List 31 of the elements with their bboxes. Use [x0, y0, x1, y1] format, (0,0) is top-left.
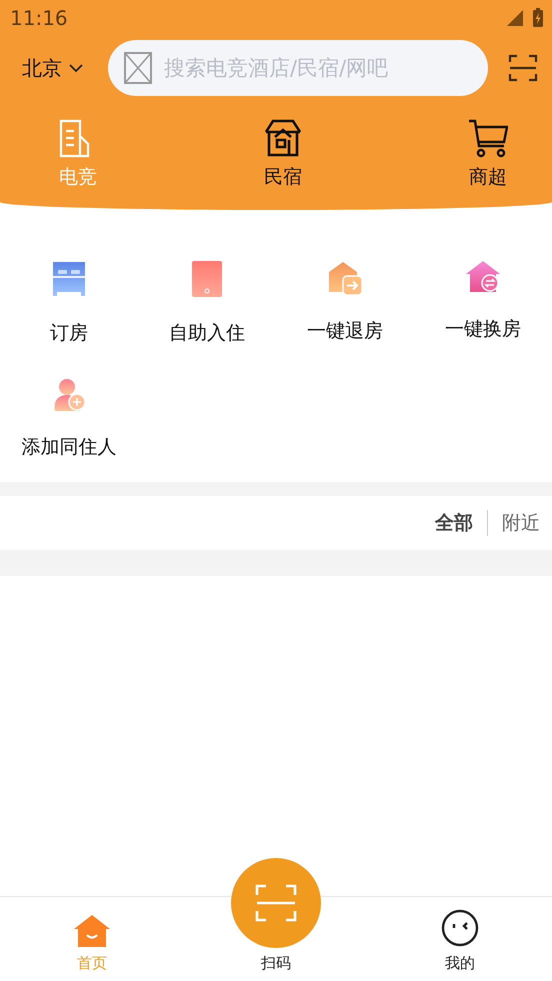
- service-item[interactable]: 订房: [0, 260, 138, 364]
- scan-icon[interactable]: [508, 53, 538, 83]
- search-field[interactable]: 搜索电竞酒店/民宿/网吧: [162, 55, 472, 81]
- service-label: 一键退房: [307, 319, 383, 344]
- service-label: 自助入住: [169, 321, 245, 346]
- service-item[interactable]: 一键换房: [414, 260, 552, 364]
- status-time: 11:16: [10, 6, 68, 30]
- filter-tab[interactable]: 附近: [502, 510, 540, 536]
- service-item[interactable]: 添加同住人: [0, 378, 138, 482]
- city-selector[interactable]: 北京: [22, 54, 108, 82]
- face-icon: [440, 908, 480, 948]
- battery-icon: [532, 8, 544, 28]
- chevron-down-icon: [68, 63, 84, 73]
- service-label: 订房: [50, 321, 88, 346]
- category-tab[interactable]: 民宿: [263, 118, 303, 190]
- category-tab[interactable]: 商超: [468, 118, 508, 190]
- tablet-icon: [191, 260, 223, 298]
- home-icon: [73, 914, 111, 948]
- service-item[interactable]: 自助入住: [138, 260, 276, 364]
- filter-tab[interactable]: 全部: [435, 510, 473, 536]
- scan-icon: [254, 883, 298, 923]
- signal-icon: [506, 9, 524, 27]
- image-placeholder-icon: [124, 52, 152, 84]
- nav-tab[interactable]: 我的: [400, 908, 520, 973]
- service-label: 添加同住人: [22, 435, 116, 460]
- bed-icon: [50, 260, 88, 298]
- house-arrow-icon: [327, 260, 363, 296]
- service-item[interactable]: 一键退房: [276, 260, 414, 364]
- search-bar[interactable]: 搜索电竞酒店/民宿/网吧: [108, 40, 488, 96]
- house-swap-icon: [465, 260, 501, 294]
- service-label: 一键换房: [445, 317, 521, 342]
